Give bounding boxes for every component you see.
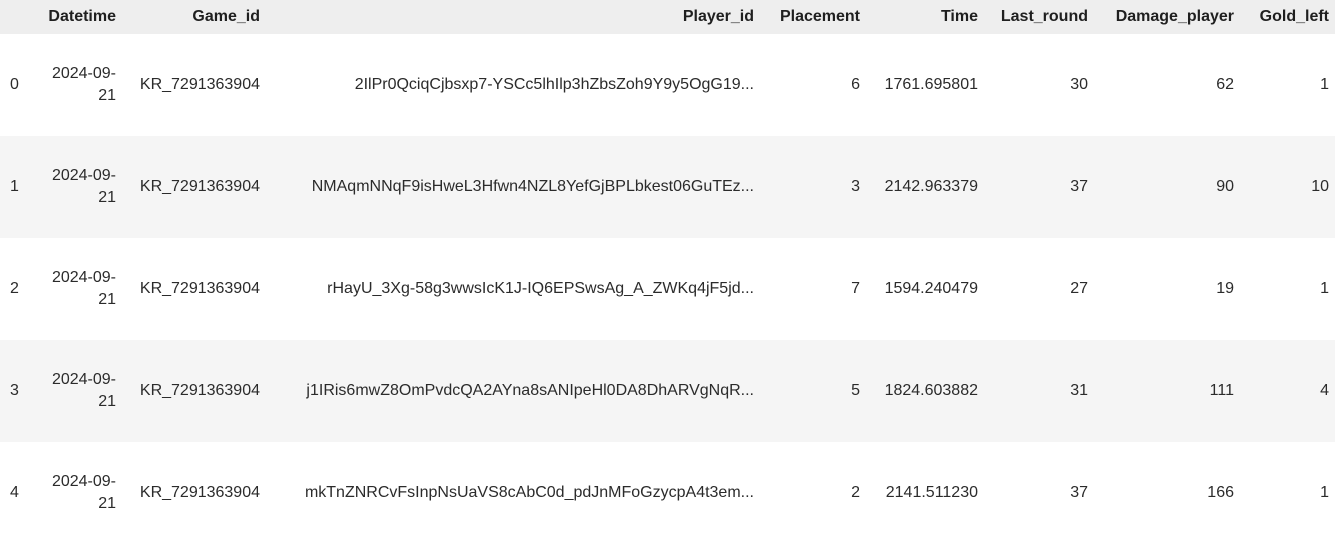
game-id-cell: KR_7291363904	[139, 382, 260, 399]
datetime-cell: 2024-09- 21	[22, 340, 122, 442]
datetime-line-1: 2024-09-	[51, 473, 116, 490]
last-round-cell: 27	[1070, 280, 1088, 297]
time-cell: 2142.963379	[884, 178, 978, 195]
table-row: 3 2024-09- 21 KR_7291363904 j1IRis6mwZ8Om…	[0, 340, 1335, 442]
row-index: 1	[10, 178, 19, 195]
game-id-cell: KR_7291363904	[139, 178, 260, 195]
dataframe-output: Datetime Game_id Player_id Placement Tim…	[0, 0, 1335, 542]
damage-player-cell: 90	[1216, 178, 1234, 195]
last-round-cell: 37	[1070, 178, 1088, 195]
datetime-line-2: 21	[98, 393, 116, 410]
damage-player-cell: 19	[1216, 280, 1234, 297]
gold-left-cell: 4	[1320, 382, 1329, 399]
column-header-datetime: Datetime	[48, 8, 116, 25]
datetime-line-1: 2024-09-	[51, 65, 116, 82]
dataframe-table: Datetime Game_id Player_id Placement Tim…	[0, 0, 1335, 542]
column-header-index	[0, 0, 22, 34]
placement-cell: 3	[851, 178, 860, 195]
placement-cell: 7	[851, 280, 860, 297]
player-id-cell: mkTnZNRCvFsInpNsUaVS8cAbC0d_pdJnMFoGzycp…	[304, 484, 754, 501]
table-row: 1 2024-09- 21 KR_7291363904 NMAqmNNqF9isH…	[0, 136, 1335, 238]
game-id-cell: KR_7291363904	[139, 76, 260, 93]
time-cell: 1761.695801	[884, 76, 978, 93]
column-header-game-id: Game_id	[192, 8, 260, 25]
time-cell: 1824.603882	[884, 382, 978, 399]
player-id-cell: j1IRis6mwZ8OmPvdcQA2AYna8sANIpeHl0DA8DhA…	[306, 382, 754, 399]
gold-left-cell: 1	[1320, 280, 1329, 297]
datetime-line-1: 2024-09-	[51, 167, 116, 184]
column-header-placement: Placement	[779, 8, 860, 25]
game-id-cell: KR_7291363904	[139, 280, 260, 297]
datetime-line-1: 2024-09-	[51, 371, 116, 388]
header-row: Datetime Game_id Player_id Placement Tim…	[0, 0, 1335, 34]
damage-player-cell: 166	[1207, 484, 1234, 501]
game-id-cell: KR_7291363904	[139, 484, 260, 501]
datetime-line-2: 21	[98, 87, 116, 104]
player-id-cell: rHayU_3Xg-58g3wwsIcK1J-IQ6EPSwsAg_A_ZWKq…	[327, 280, 754, 297]
datetime-line-2: 21	[98, 495, 116, 512]
column-header-last-round: Last_round	[1000, 8, 1088, 25]
datetime-line-2: 21	[98, 291, 116, 308]
gold-left-cell: 1	[1320, 484, 1329, 501]
placement-cell: 6	[851, 76, 860, 93]
last-round-cell: 31	[1070, 382, 1088, 399]
gold-left-cell: 1	[1320, 76, 1329, 93]
column-header-damage-player: Damage_player	[1115, 8, 1234, 25]
time-cell: 2141.511230	[885, 484, 978, 501]
row-index: 0	[10, 76, 19, 93]
damage-player-cell: 62	[1216, 76, 1234, 93]
placement-cell: 5	[851, 382, 860, 399]
row-index: 4	[10, 484, 19, 501]
datetime-line-2: 21	[98, 189, 116, 206]
datetime-cell: 2024-09- 21	[22, 34, 122, 136]
column-header-player-id: Player_id	[682, 8, 754, 25]
column-header-gold-left: Gold_left	[1259, 8, 1329, 25]
datetime-cell: 2024-09- 21	[22, 238, 122, 340]
table-row: 0 2024-09- 21 KR_7291363904 2IlPr0QciqCjb…	[0, 34, 1335, 136]
row-index: 2	[10, 280, 19, 297]
damage-player-cell: 111	[1209, 382, 1234, 399]
row-index: 3	[10, 382, 19, 399]
column-header-time: Time	[940, 8, 978, 25]
datetime-line-1: 2024-09-	[51, 269, 116, 286]
gold-left-cell: 10	[1311, 178, 1329, 195]
datetime-cell: 2024-09- 21	[22, 136, 122, 238]
time-cell: 1594.240479	[884, 280, 978, 297]
table-row: 2 2024-09- 21 KR_7291363904 rHayU_3Xg-58g…	[0, 238, 1335, 340]
player-id-cell: 2IlPr0QciqCjbsxp7-YSCc5lhIlp3hZbsZoh9Y9y…	[354, 76, 754, 93]
datetime-cell: 2024-09- 21	[22, 442, 122, 542]
placement-cell: 2	[851, 484, 860, 501]
table-row: 4 2024-09- 21 KR_7291363904 mkTnZNRCvFsIn…	[0, 442, 1335, 542]
last-round-cell: 37	[1070, 484, 1088, 501]
player-id-cell: NMAqmNNqF9isHweL3Hfwn4NZL8YefGjBPLbkest0…	[311, 178, 754, 195]
last-round-cell: 30	[1070, 76, 1088, 93]
